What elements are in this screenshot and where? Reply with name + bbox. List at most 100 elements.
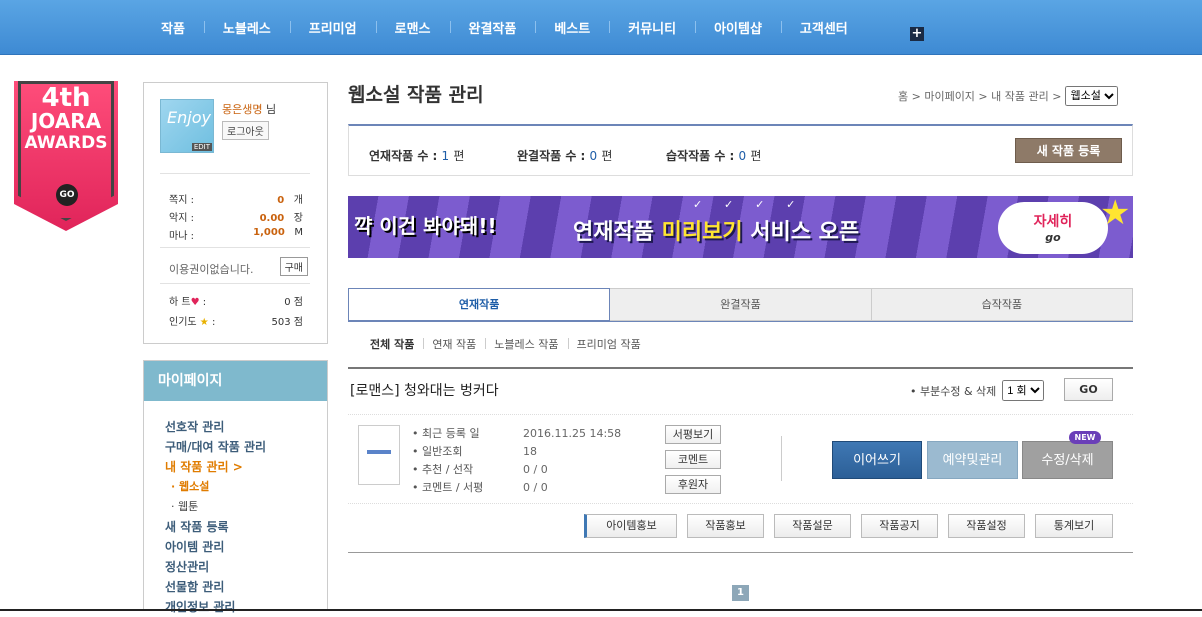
breadcrumb: 홈 > 마이페이지 > 내 작품 관리 > 웹소설	[898, 86, 1119, 106]
filter-serial[interactable]: 연재 작품	[423, 336, 485, 352]
menu-item-webnovel[interactable]: · 웹소설	[165, 477, 327, 497]
divider	[781, 436, 782, 481]
avatar-signature: Enjoy	[167, 108, 211, 127]
tab-underline	[348, 321, 1133, 322]
filter-all[interactable]: 전체 작품	[370, 336, 423, 352]
profile-row-tickets: 악지 : 0.00 장	[169, 209, 303, 224]
filter-noblesse[interactable]: 노블레스 작품	[485, 336, 567, 352]
sponsors-button[interactable]: 후원자	[665, 475, 721, 494]
awards-label: AWARDS	[24, 133, 108, 153]
category-select[interactable]: 웹소설	[1065, 86, 1119, 106]
awards-brand: JOARA	[30, 109, 102, 133]
work-title[interactable]: [로맨스] 청와대는 벙커다	[350, 380, 499, 400]
menu-item-my-works[interactable]: 내 작품 관리 >	[165, 457, 327, 477]
edit-delete-button[interactable]: 수정/삭제	[1022, 441, 1113, 479]
filter-premium[interactable]: 프리미엄 작품	[567, 336, 650, 352]
messages-value: 0 개	[277, 195, 303, 206]
mana-label: 마나 :	[169, 231, 194, 242]
continue-writing-button[interactable]: 이어쓰기	[832, 441, 922, 479]
info-row-last-updated: • 최근 등록 일 2016.11.25 14:58	[412, 427, 622, 440]
nav-item-romance[interactable]: 로맨스	[375, 18, 450, 37]
profile-divider	[160, 173, 310, 174]
profile-row-heart: 하 트♥ : 0 점	[169, 293, 303, 308]
view-reviews-button[interactable]: 서평보기	[665, 425, 721, 444]
schedule-manage-button[interactable]: 예약및관리	[927, 441, 1018, 479]
awards-banner[interactable]: 4th JOARA AWARDS GO	[14, 81, 118, 231]
nav-item-support[interactable]: 고객센터	[780, 18, 867, 37]
tab-serial[interactable]: 연재작품	[348, 288, 611, 321]
list-bottom-border	[348, 552, 1133, 553]
awards-edition: 4th	[41, 83, 91, 113]
user-nickname: 몽은생명	[222, 103, 263, 116]
nav-item-works[interactable]: 작품	[142, 18, 204, 37]
menu-item-settlement[interactable]: 정산관리	[165, 557, 327, 577]
awards-go-button[interactable]: GO	[56, 184, 78, 206]
profile-row-messages: 쪽지 : 0 개	[169, 191, 303, 206]
menu-item-webtoon[interactable]: · 웹툰	[165, 497, 327, 517]
partial-edit-control: • 부분수정 & 삭제 1 회	[910, 380, 1045, 401]
profile-box: Enjoy EDIT 몽은생명 님 로그아웃 쪽지 : 0 개 악지 : 0.0…	[143, 82, 328, 344]
tickets-label: 악지 :	[169, 213, 194, 224]
banner-detail-button[interactable]: 자세히 go	[998, 202, 1108, 254]
work-info: • 최근 등록 일 2016.11.25 14:58 • 일반조회 18 • 추천 …	[412, 425, 632, 497]
work-filter-tabs: 전체 작품 연재 작품 노블레스 작품 프리미엄 작품	[370, 336, 650, 352]
messages-label: 쪽지 :	[169, 195, 194, 206]
menu-item-purchases[interactable]: 구매/대여 작품 관리	[165, 437, 327, 457]
complete-count-stat: 완결작품 수 : 0 편	[517, 149, 613, 163]
pagination-page[interactable]: 1	[732, 585, 749, 601]
work-settings-button[interactable]: 작품설정	[948, 514, 1025, 538]
tab-draft[interactable]: 습작작품	[871, 288, 1133, 321]
tickets-value: 0.00 장	[259, 213, 303, 224]
plus-icon[interactable]: +	[910, 27, 924, 41]
buy-button[interactable]: 구매	[279, 257, 308, 276]
breadcrumb-path[interactable]: 홈 > 마이페이지 > 내 작품 관리 >	[898, 88, 1061, 104]
divider	[348, 414, 1133, 415]
heart-icon: ♥	[190, 297, 200, 308]
heart-value: 0 점	[284, 297, 303, 308]
menu-item-account[interactable]: 개인정보 관리	[165, 597, 327, 617]
go-button[interactable]: GO	[1064, 378, 1113, 401]
star-icon: ★	[1100, 196, 1131, 233]
new-work-button[interactable]: 새 작품 등록	[1015, 138, 1122, 163]
menu-item-gifts[interactable]: 선물함 관리	[165, 577, 327, 597]
banner-main-text: 연재작품 미리보기 서비스 오픈	[573, 220, 860, 245]
mypage-menu: 마이페이지 선호작 관리 구매/대여 작품 관리 내 작품 관리 > · 웹소설…	[143, 360, 328, 614]
info-row-views: • 일반조회 18	[412, 445, 537, 458]
nav-item-community[interactable]: 커뮤니티	[609, 18, 695, 37]
page-title: 웹소설 작품 관리	[348, 84, 484, 106]
divider	[348, 503, 1133, 504]
top-nav-list: 작품 노블레스 프리미엄 로맨스 완결작품 베스트 커뮤니티 아이템샵 고객센터	[142, 0, 867, 55]
nav-item-itemshop[interactable]: 아이템샵	[695, 18, 781, 37]
nav-item-noblesse[interactable]: 노블레스	[203, 18, 290, 37]
statistics-button[interactable]: 통계보기	[1035, 514, 1113, 538]
avatar[interactable]: Enjoy EDIT	[160, 99, 214, 153]
item-promo-button[interactable]: 아이템홍보	[584, 514, 677, 538]
work-promo-button[interactable]: 작품홍보	[687, 514, 764, 538]
episode-select[interactable]: 1 회	[1002, 380, 1045, 401]
banner-left-text: 꺅 이건 봐야돼!!	[354, 214, 497, 238]
new-badge: NEW	[1069, 431, 1101, 444]
top-navigation: 작품 노블레스 프리미엄 로맨스 완결작품 베스트 커뮤니티 아이템샵 고객센터…	[0, 0, 1202, 55]
tab-complete[interactable]: 완결작품	[610, 288, 872, 321]
menu-item-new-work[interactable]: 새 작품 등록	[165, 517, 327, 537]
partial-edit-label: • 부분수정 & 삭제	[910, 384, 997, 398]
nav-item-completed[interactable]: 완결작품	[449, 18, 536, 37]
star-icon: ★	[199, 317, 209, 328]
logout-button[interactable]: 로그아웃	[222, 121, 269, 140]
comments-button[interactable]: 코멘트	[665, 450, 721, 469]
preview-service-banner[interactable]: 꺅 이건 봐야돼!! ✓ ✓ ✓ ✓ 연재작품 미리보기 서비스 오픈 자세히 …	[348, 196, 1133, 258]
draft-count-stat: 습작작품 수 : 0 편	[666, 149, 762, 163]
work-survey-button[interactable]: 작품설문	[774, 514, 851, 538]
serial-count-stat: 연재작품 수 : 1 편	[369, 149, 465, 163]
menu-item-favorites[interactable]: 선호작 관리	[165, 417, 327, 437]
nav-item-best[interactable]: 베스트	[535, 18, 609, 37]
avatar-edit-label[interactable]: EDIT	[191, 143, 212, 151]
popularity-value: 503 점	[271, 317, 303, 328]
profile-divider	[160, 283, 310, 284]
work-thumbnail[interactable]	[358, 425, 400, 485]
menu-item-items[interactable]: 아이템 관리	[165, 537, 327, 557]
nav-item-premium[interactable]: 프리미엄	[289, 18, 376, 37]
work-stats-box: 연재작품 수 : 1 편 완결작품 수 : 0 편 습작작품 수 : 0 편 새…	[348, 124, 1133, 176]
work-notice-button[interactable]: 작품공지	[861, 514, 938, 538]
banner-checkmarks: ✓ ✓ ✓ ✓	[693, 198, 805, 211]
